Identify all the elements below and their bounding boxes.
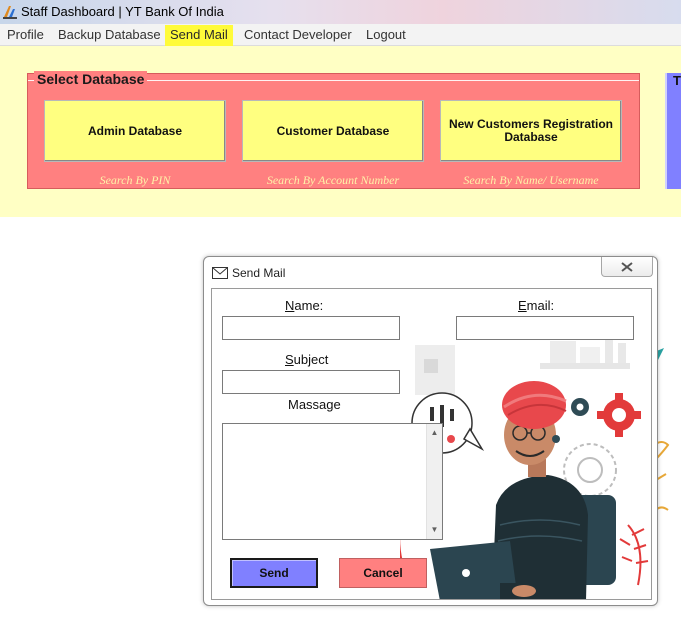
cancel-button[interactable]: Cancel (339, 558, 427, 588)
app-icon (3, 6, 17, 19)
scroll-up-arrow-icon[interactable]: ▲ (427, 426, 442, 440)
window-title: Staff Dashboard | YT Bank Of India (21, 4, 224, 19)
new-customers-database-caption: Search By Name/ Username (463, 173, 599, 187)
new-customers-registration-database-button[interactable]: New Customers Registration Database (440, 100, 622, 162)
close-button[interactable] (601, 257, 653, 277)
message-scrollbar[interactable]: ▲ ▼ (426, 424, 442, 539)
scroll-down-arrow-icon[interactable]: ▼ (427, 523, 442, 537)
admin-database-caption: Search By PIN (99, 173, 171, 187)
send-button[interactable]: Send (230, 558, 318, 588)
send-mail-dialog: Send Mail Name: Email: Subject Massage ▲… (203, 256, 658, 606)
email-input[interactable] (456, 316, 634, 340)
top-panel: Select Database Admin Database Customer … (0, 46, 681, 217)
dialog-client-area: Name: Email: Subject Massage ▲ ▼ Send Ca… (211, 288, 652, 600)
subject-label: Subject (285, 352, 329, 367)
message-label: Massage (288, 397, 341, 412)
select-database-legend: Select Database (34, 71, 148, 87)
menu-bar: Profile Backup Database Send Mail Contac… (0, 24, 681, 46)
customer-database-caption: Search By Account Number (266, 173, 400, 187)
menu-send-mail[interactable]: Send Mail (165, 25, 233, 46)
name-input[interactable] (222, 316, 400, 340)
side-panel: T (665, 73, 681, 189)
name-label: Name: (285, 298, 324, 313)
email-label: Email: (518, 298, 555, 313)
envelope-icon (212, 267, 228, 279)
admin-database-button[interactable]: Admin Database (44, 100, 226, 162)
dialog-title: Send Mail (232, 266, 286, 280)
menu-backup-database[interactable]: Backup Database (57, 27, 162, 42)
side-panel-label: T (673, 73, 681, 88)
customer-database-button[interactable]: Customer Database (242, 100, 424, 162)
app-root: Staff Dashboard | YT Bank Of India Profi… (0, 0, 681, 618)
title-bar: Staff Dashboard | YT Bank Of India (0, 0, 681, 24)
menu-profile[interactable]: Profile (6, 27, 45, 42)
message-textarea[interactable]: ▲ ▼ (222, 423, 443, 540)
menu-contact-developer[interactable]: Contact Developer (243, 27, 353, 42)
menu-logout[interactable]: Logout (365, 27, 407, 42)
select-database-group: Select Database Admin Database Customer … (27, 71, 640, 189)
close-icon (621, 261, 633, 272)
subject-input[interactable] (222, 370, 400, 394)
